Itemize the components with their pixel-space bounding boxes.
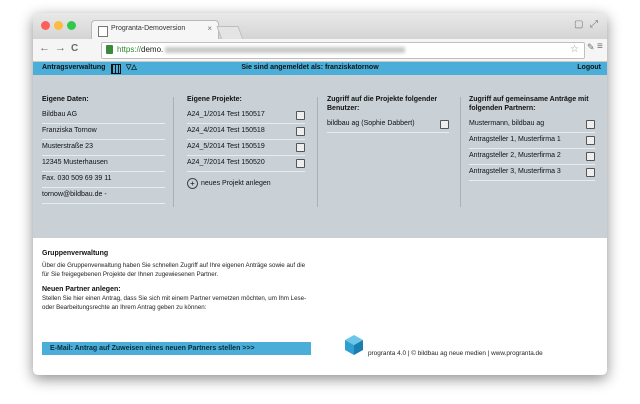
edit-icon[interactable] (296, 143, 305, 152)
new-partner-description: Stellen Sie hier einen Antrag, dass Sie … (42, 295, 307, 311)
app-title[interactable]: Antragsverwaltung (42, 64, 105, 71)
new-partner-title: Neuen Partner anlegen: (42, 286, 121, 293)
own-data-column: Eigene Daten: Bildbau AG Franziska Torno… (42, 95, 165, 204)
project-label[interactable]: A24_4/2014 Test 150518 (187, 127, 265, 134)
column-divider (460, 97, 461, 207)
shared-access-title: Zugriff auf gemeinsame Anträge mit folge… (469, 96, 589, 112)
browser-window: Progranta-Demoversion × ▢ ⤢ ← → C https:… (33, 13, 607, 375)
own-data-row: Franziska Tornow (42, 124, 165, 140)
grid-icon[interactable] (111, 64, 121, 74)
edit-icon[interactable] (586, 168, 595, 177)
address-bar[interactable]: https://demo. ☆ (101, 42, 585, 59)
close-window-icon[interactable] (41, 21, 50, 30)
login-status: Sie sind angemeldet als: franziskatornow (241, 64, 379, 71)
own-data-title: Eigene Daten: (42, 96, 89, 103)
project-label[interactable]: A24_7/2014 Test 150520 (187, 159, 265, 166)
close-tab-icon[interactable]: × (207, 24, 212, 33)
group-management-section: Gruppenverwaltung Über die Gruppenverwal… (42, 250, 312, 312)
access-user-row[interactable]: bildbau ag (Sophie Dabbert) (327, 117, 449, 133)
email-partner-button[interactable]: E-Mail: Antrag auf Zuweisen eines neuen … (42, 342, 311, 355)
fullscreen-icon[interactable]: ⤢ (590, 19, 598, 30)
dashboard-panel: Eigene Daten: Bildbau AG Franziska Torno… (33, 75, 607, 238)
project-row[interactable]: A24_7/2014 Test 150520 (187, 156, 305, 172)
back-button[interactable]: ← (39, 42, 50, 54)
group-title: Gruppenverwaltung (42, 250, 109, 257)
app-header: Antragsverwaltung ▽△ Sie sind angemeldet… (33, 62, 607, 75)
lock-icon (106, 45, 113, 54)
new-tab-button[interactable] (216, 26, 244, 40)
extension-icon[interactable]: ✎ (587, 42, 595, 53)
filter-icon[interactable]: ▽△ (126, 63, 137, 71)
logout-link[interactable]: Logout (577, 64, 601, 71)
title-bar: Progranta-Demoversion × ▢ ⤢ (33, 13, 607, 40)
partner-row[interactable]: Antragsteller 1, Musterfirma 1 (469, 133, 595, 149)
partner-label[interactable]: Mustermann, bildbau ag (469, 120, 544, 127)
edit-icon[interactable] (296, 127, 305, 136)
browser-tab[interactable]: Progranta-Demoversion × (91, 20, 219, 40)
own-data-row: 12345 Musterhausen (42, 156, 165, 172)
menu-icon[interactable]: ≡ (597, 41, 603, 52)
plus-icon[interactable]: + (187, 178, 198, 189)
browser-toolbar: ← → C https://demo. ☆ ✎ ≡ (33, 39, 607, 62)
own-data-row: tornow@bildbau.de - (42, 188, 165, 204)
own-data-row: Musterstraße 23 (42, 140, 165, 156)
project-row[interactable]: A24_1/2014 Test 150517 (187, 108, 305, 124)
reload-button[interactable]: C (71, 43, 78, 54)
user-icon[interactable]: ▢ (574, 19, 583, 30)
own-projects-column: Eigene Projekte: A24_1/2014 Test 150517 … (187, 95, 305, 189)
partner-label[interactable]: Antragsteller 1, Musterfirma 1 (469, 136, 561, 143)
tab-title: Progranta-Demoversion (111, 25, 186, 32)
new-project-link[interactable]: + neues Projekt anlegen (187, 178, 305, 189)
forward-button[interactable]: → (55, 42, 66, 54)
edit-icon[interactable] (586, 152, 595, 161)
edit-icon[interactable] (440, 120, 449, 129)
url-text: https://demo. (117, 45, 406, 54)
partner-label[interactable]: Antragsteller 2, Musterfirma 2 (469, 152, 561, 159)
access-projects-column: Zugriff auf die Projekte folgender Benut… (327, 95, 449, 133)
column-divider (317, 97, 318, 207)
column-divider (173, 97, 174, 207)
partner-row[interactable]: Mustermann, bildbau ag (469, 117, 595, 133)
minimize-window-icon[interactable] (54, 21, 63, 30)
maximize-window-icon[interactable] (67, 21, 76, 30)
own-data-row: Fax. 030 509 69 39 11 (42, 172, 165, 188)
edit-icon[interactable] (296, 111, 305, 120)
access-user-label[interactable]: bildbau ag (Sophie Dabbert) (327, 120, 415, 127)
partner-label[interactable]: Antragsteller 3, Musterfirma 3 (469, 168, 561, 175)
access-projects-title: Zugriff auf die Projekte folgender Benut… (327, 96, 438, 112)
own-data-row: Bildbau AG (42, 108, 165, 124)
project-label[interactable]: A24_5/2014 Test 150519 (187, 143, 265, 150)
progranta-logo-icon (345, 335, 363, 355)
page-icon (98, 26, 108, 37)
bookmark-star-icon[interactable]: ☆ (570, 44, 579, 55)
own-projects-title: Eigene Projekte: (187, 96, 242, 103)
project-label[interactable]: A24_1/2014 Test 150517 (187, 111, 265, 118)
partner-row[interactable]: Antragsteller 3, Musterfirma 3 (469, 165, 595, 181)
project-row[interactable]: A24_4/2014 Test 150518 (187, 124, 305, 140)
edit-icon[interactable] (586, 120, 595, 129)
edit-icon[interactable] (296, 159, 305, 168)
group-description: Über die Gruppenverwaltung haben Sie sch… (42, 262, 306, 278)
partner-row[interactable]: Antragsteller 2, Musterfirma 2 (469, 149, 595, 165)
shared-access-column: Zugriff auf gemeinsame Anträge mit folge… (469, 95, 595, 181)
footer-text: progranta 4.0 | © bildbau ag neue medien… (368, 350, 543, 357)
edit-icon[interactable] (586, 136, 595, 145)
project-row[interactable]: A24_5/2014 Test 150519 (187, 140, 305, 156)
new-project-label[interactable]: neues Projekt anlegen (201, 180, 271, 187)
